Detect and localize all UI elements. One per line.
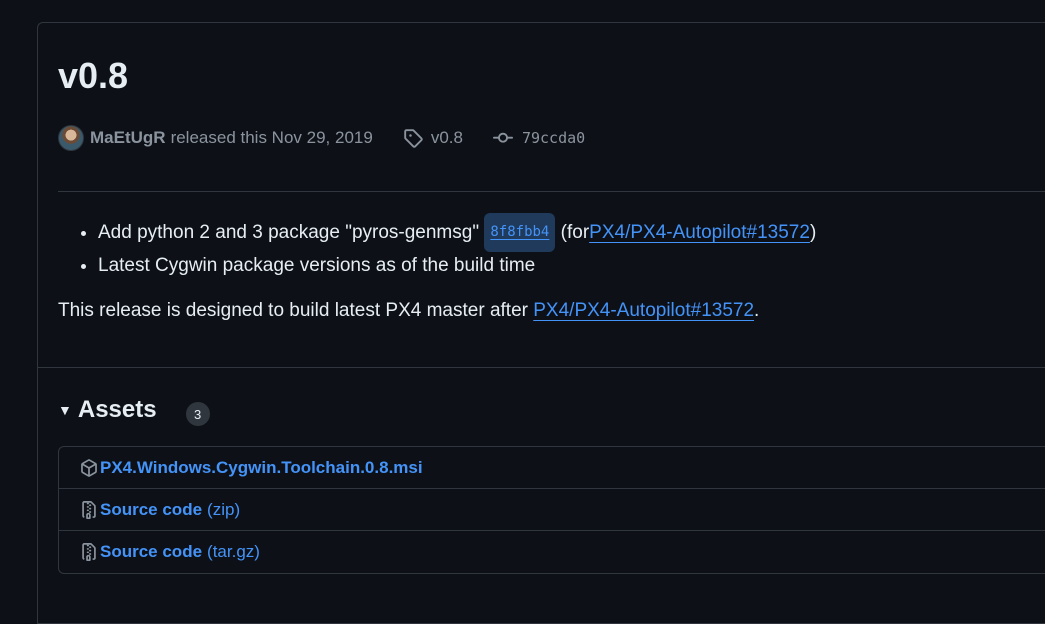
asset-format: (tar.gz): [207, 541, 260, 561]
release-meta: MaEtUgR released this Nov 29, 2019 v0.8 …: [58, 125, 585, 151]
asset-format: (zip): [207, 499, 241, 519]
tag-icon: [403, 128, 423, 148]
list-item: Latest Cygwin package versions as of the…: [98, 248, 816, 283]
caret-down-icon: ▼: [58, 402, 72, 418]
assets-toggle[interactable]: ▼ Assets 3: [58, 393, 210, 427]
git-commit-icon: [492, 128, 513, 148]
asset-row[interactable]: Source code (zip): [59, 489, 1045, 531]
commit-sha-link[interactable]: 8f8fbb4: [484, 213, 556, 252]
release-title[interactable]: v0.8: [58, 55, 128, 97]
tag-link[interactable]: v0.8: [431, 128, 463, 148]
release-notes: Add python 2 and 3 package "pyros-genmsg…: [58, 213, 816, 325]
file-zip-icon: [80, 500, 98, 519]
package-icon: [80, 458, 98, 477]
assets-list: PX4.Windows.Cygwin.Toolchain.0.8.msi Sou…: [58, 446, 1045, 574]
note-text: ): [809, 222, 817, 243]
note-text: Add python 2 and 3 package "pyros-genmsg…: [98, 222, 480, 243]
issue-link[interactable]: PX4/PX4-Autopilot#13572: [589, 222, 810, 243]
asset-link[interactable]: Source code: [100, 542, 202, 562]
paragraph-text: .: [754, 300, 760, 321]
assets-title: Assets: [77, 396, 157, 423]
release-card: v0.8 MaEtUgR released this Nov 29, 2019 …: [37, 22, 1045, 624]
avatar[interactable]: [58, 125, 84, 151]
list-item: Add python 2 and 3 package "pyros-genmsg…: [98, 213, 817, 252]
note-text: (for: [560, 222, 590, 243]
asset-link[interactable]: Source code: [100, 500, 202, 520]
issue-link[interactable]: PX4/PX4-Autopilot#13572: [533, 300, 754, 321]
assets-count-badge: 3: [185, 402, 210, 426]
author-link[interactable]: MaEtUgR: [90, 128, 166, 148]
notes-list: Add python 2 and 3 package "pyros-genmsg…: [58, 213, 816, 283]
file-zip-icon: [80, 542, 98, 561]
divider: [38, 367, 1045, 368]
asset-link[interactable]: PX4.Windows.Cygwin.Toolchain.0.8.msi: [100, 458, 423, 478]
commit-link[interactable]: 79ccda0: [522, 129, 585, 147]
paragraph-text: This release is designed to build latest…: [58, 300, 528, 321]
asset-row[interactable]: Source code (tar.gz): [59, 531, 1045, 572]
divider: [58, 191, 1045, 192]
asset-row[interactable]: PX4.Windows.Cygwin.Toolchain.0.8.msi: [59, 447, 1045, 489]
notes-paragraph: This release is designed to build latest…: [58, 297, 816, 325]
released-date: released this Nov 29, 2019: [170, 128, 373, 147]
